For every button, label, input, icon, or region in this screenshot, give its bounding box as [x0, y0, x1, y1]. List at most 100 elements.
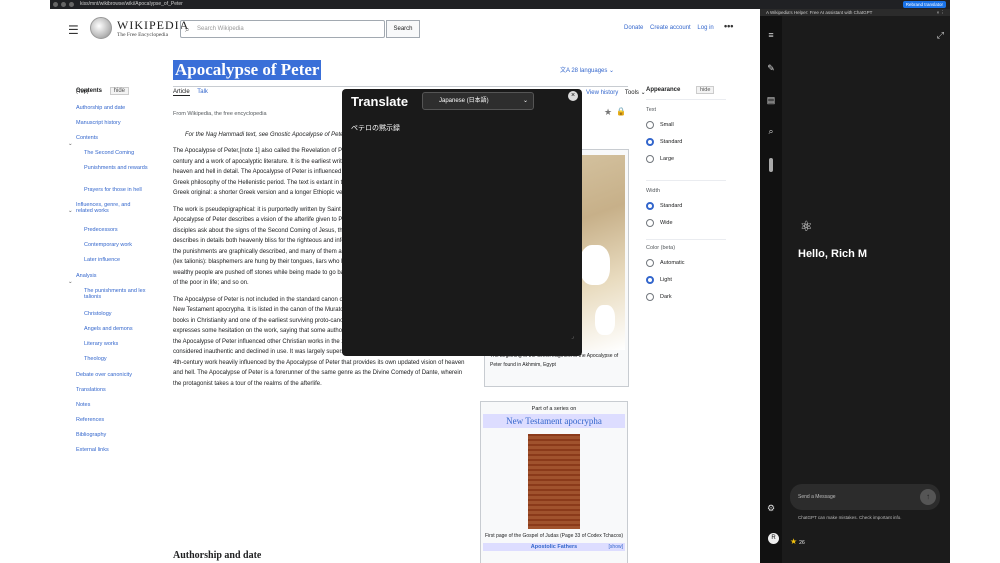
show-button[interactable]: [show] — [609, 544, 623, 550]
series-group-label[interactable]: Apostolic Fathers — [531, 544, 577, 550]
toc-item[interactable]: Notes — [76, 402, 146, 408]
language-select[interactable]: Japanese (日本語) ⌄ — [422, 92, 534, 110]
language-button[interactable]: 文A 28 languages ⌄ — [560, 65, 614, 74]
radio-button[interactable] — [646, 219, 654, 227]
search-icon: ⌕ — [185, 25, 190, 34]
disclaimer: ChatGPT can make mistakes. Check importa… — [798, 515, 902, 520]
message-input[interactable]: Send a Message ↑ — [790, 484, 940, 510]
translation-output: ペテロの黙示録 — [351, 125, 400, 132]
toc-item[interactable]: External links — [76, 447, 146, 453]
width-label: Width — [646, 188, 661, 194]
document-icon[interactable]: ▤ — [766, 95, 776, 105]
forward-icon[interactable] — [61, 2, 66, 7]
toc-item[interactable]: References — [76, 417, 146, 423]
back-icon[interactable] — [53, 2, 58, 7]
toc-item[interactable]: The Second Coming — [84, 150, 154, 156]
close-icon[interactable]: × — [568, 91, 578, 101]
chevron-down-icon[interactable]: ⌄ — [68, 279, 73, 285]
toc-item[interactable]: Contemporary work — [84, 242, 154, 248]
resize-handle-icon[interactable]: ⌟ — [571, 333, 574, 340]
toc-item[interactable]: Prayers for those in hell — [84, 187, 154, 193]
watch-star-icon[interactable]: ★ — [604, 107, 612, 118]
send-button[interactable]: ↑ — [920, 489, 936, 505]
toc-item[interactable]: Translations — [76, 387, 146, 393]
radio-button[interactable] — [646, 293, 654, 301]
toc-item[interactable]: Angels and demons — [84, 326, 154, 332]
color-label: Color (beta) — [646, 245, 676, 251]
radio-label: Large — [660, 156, 675, 162]
toc-item[interactable]: Literary works — [84, 341, 154, 347]
toc-item[interactable]: Bibliography — [76, 432, 146, 438]
toc-item[interactable]: Punishments and rewards — [84, 165, 154, 171]
search-input[interactable]: ⌕ Search Wikipedia — [180, 20, 385, 38]
image-detail — [580, 245, 610, 285]
donate-link[interactable]: Donate — [624, 25, 643, 31]
toc-item[interactable]: Authorship and date — [76, 105, 146, 111]
sidepanel-header: A Wikipedia's Helper: Free AI assistant … — [760, 9, 950, 16]
reload-icon[interactable] — [69, 2, 74, 7]
view-tabs: View history Tools ⌄ — [586, 89, 646, 96]
toc-item[interactable]: Theology — [84, 356, 154, 362]
chevron-down-icon[interactable]: ⌄ — [68, 141, 73, 147]
screen: kiss/mnt/wikibrowse/wiki/Apocalypse_of_P… — [50, 0, 950, 563]
radio-button[interactable] — [646, 259, 654, 267]
rating[interactable]: ★ 26 — [790, 537, 805, 546]
translate-icon: 文A — [560, 68, 572, 74]
radio-button[interactable] — [646, 121, 654, 129]
login-link[interactable]: Log in — [697, 25, 713, 31]
wikipedia-page: ☰ WIKIPEDIA The Free Encyclopedia ⌕ Sear… — [50, 9, 758, 563]
radio-button[interactable] — [646, 138, 654, 146]
gospel-of-judas-image[interactable] — [528, 434, 580, 529]
toc-item[interactable]: Debate over canonicity — [76, 372, 146, 378]
search-button[interactable]: Search — [386, 20, 420, 38]
menu-icon[interactable]: ≡ — [766, 30, 776, 40]
new-chat-icon[interactable]: ✎ — [766, 63, 776, 73]
toc-item[interactable]: Predecessors — [84, 227, 154, 233]
tab-talk[interactable]: Talk — [197, 89, 208, 95]
wikipedia-globe-logo[interactable] — [90, 17, 112, 39]
search-placeholder: Search Wikipedia — [197, 26, 244, 32]
tab-tools[interactable]: Tools ⌄ — [625, 90, 646, 96]
toc-item[interactable]: Christology — [84, 311, 154, 317]
appearance-hide-button[interactable]: hide — [696, 86, 715, 94]
protection-lock-icon: 🔒 — [616, 107, 626, 116]
toc-item[interactable]: (Top) — [76, 89, 146, 95]
toc-item[interactable]: Contents — [76, 135, 146, 141]
toc-item[interactable]: Later influence — [84, 257, 154, 263]
radio-button[interactable] — [646, 155, 654, 163]
browser-toolbar: kiss/mnt/wikibrowse/wiki/Apocalypse_of_P… — [50, 0, 950, 9]
close-sidepanel-icon[interactable]: × ⋮ — [937, 9, 945, 16]
radio-button[interactable] — [646, 202, 654, 210]
translate-popup: Translate Japanese (日本語) ⌄ × ペテロの黙示録 ⌟ — [342, 89, 582, 356]
avatar[interactable]: R — [768, 533, 779, 544]
toc-item[interactable]: The punishments and lex talionis — [84, 288, 154, 300]
extension-button[interactable]: Rebrand translator — [902, 1, 946, 8]
chevron-down-icon[interactable]: ⌄ — [68, 208, 73, 214]
logo-title[interactable]: WIKIPEDIA — [117, 18, 189, 33]
star-icon: ★ — [790, 537, 798, 546]
language-select-value: Japanese (日本語) — [439, 98, 489, 104]
tab-article[interactable]: Article — [173, 89, 190, 96]
toc-item[interactable]: Influences, genre, and related works — [76, 202, 146, 214]
scrollbar[interactable] — [769, 158, 773, 172]
search-doc-icon[interactable]: ⌕ — [766, 126, 776, 136]
settings-icon[interactable]: ⚙ — [766, 503, 776, 513]
appearance-title: Appearance — [646, 87, 681, 93]
page-title: Apocalypse of Peter — [173, 60, 322, 80]
logo-subtitle: The Free Encyclopedia — [117, 32, 169, 38]
language-count: 28 languages — [571, 68, 608, 74]
chatgpt-logo-icon: ⚛ — [800, 218, 813, 234]
title-divider — [173, 86, 628, 87]
toc-item[interactable]: Manuscript history — [76, 120, 146, 126]
section-heading: Authorship and date — [173, 550, 262, 561]
create-account-link[interactable]: Create account — [650, 25, 691, 31]
toc-item[interactable]: Analysis — [76, 273, 146, 279]
more-options-icon[interactable]: ••• — [724, 21, 733, 31]
menu-icon[interactable]: ☰ — [68, 23, 79, 37]
address-bar[interactable]: kiss/mnt/wikibrowse/wiki/Apocalypse_of_P… — [80, 0, 183, 9]
expand-icon[interactable]: ⤢ — [937, 30, 944, 41]
radio-button[interactable] — [646, 276, 654, 284]
series-title[interactable]: New Testament apocrypha — [483, 414, 625, 428]
tab-view-history[interactable]: View history — [586, 90, 618, 96]
divider — [646, 99, 726, 100]
